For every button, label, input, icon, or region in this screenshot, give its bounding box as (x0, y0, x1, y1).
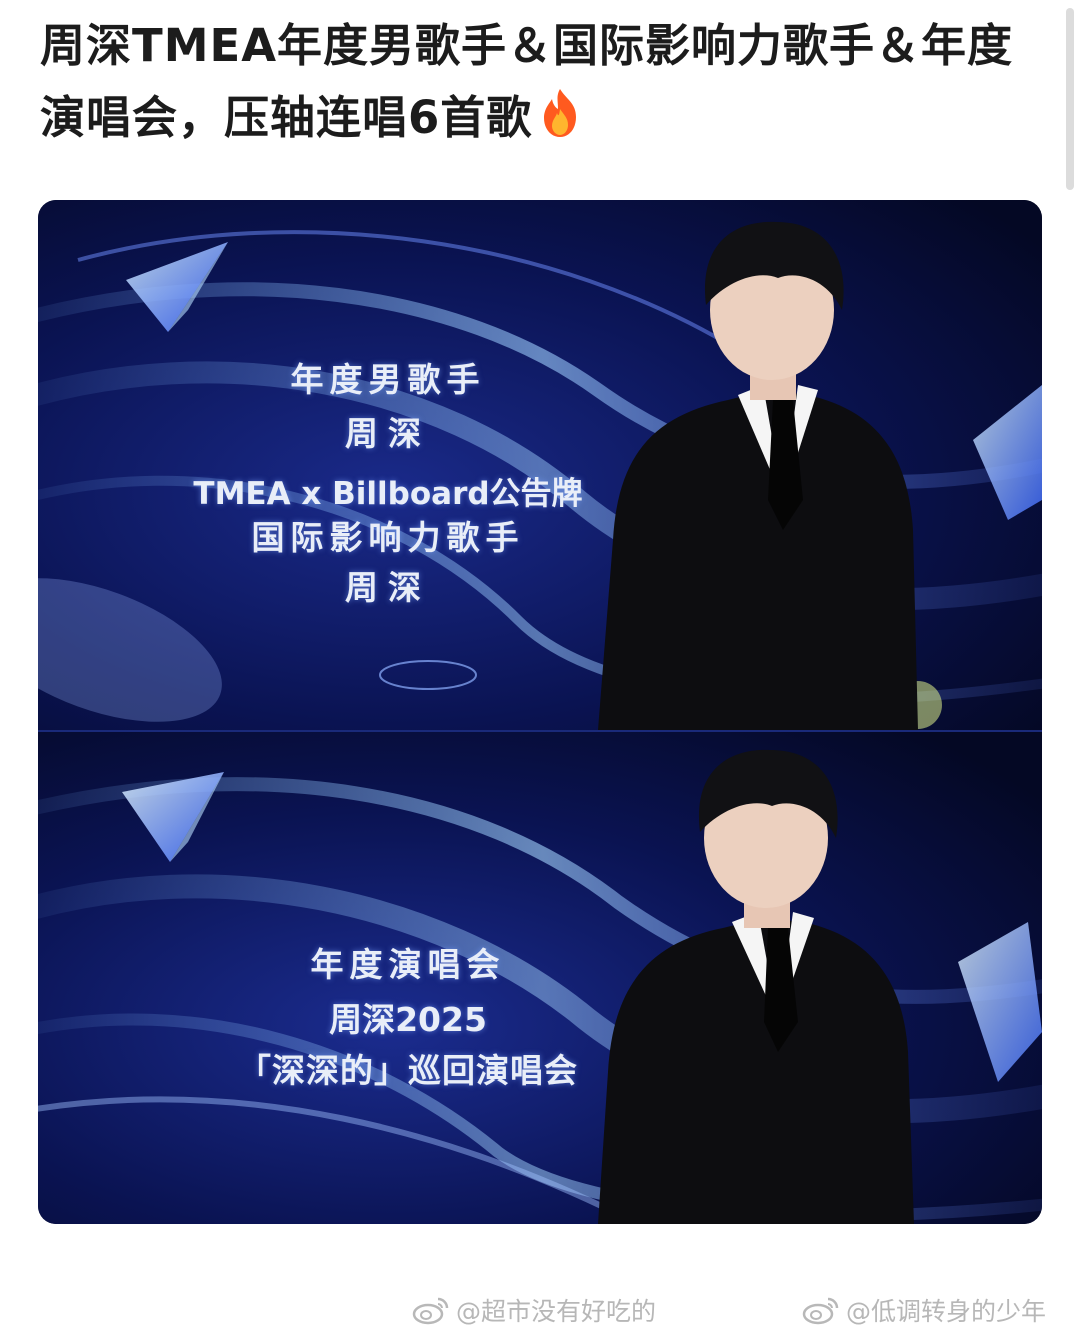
watermark-right-text: @低调转身的少年 (846, 1297, 1047, 1326)
award-winner-name: 周深 (345, 568, 431, 607)
watermark-left: @超市没有好吃的 (412, 1290, 656, 1330)
watermark-left-text: @超市没有好吃的 (456, 1297, 657, 1326)
weibo-logo-icon (802, 1297, 839, 1325)
award-category: 国际影响力歌手 (251, 518, 525, 557)
award-winner-name: 周深 (345, 414, 431, 453)
award-panel-concert: 年度演唱会 周深2025 「深深的」巡回演唱会 (38, 732, 1042, 1224)
concert-name-line-1: 周深2025 (329, 1000, 487, 1039)
weibo-logo-icon (412, 1297, 449, 1325)
fire-icon (536, 87, 584, 139)
concert-name-line-2: 「深深的」巡回演唱会 (238, 1051, 578, 1090)
watermark-right: @低调转身的少年 (802, 1290, 1046, 1330)
post-image[interactable]: 年度男歌手 周深 TMEA x Billboard公告牌 国际影响力歌手 周深 (38, 200, 1042, 1224)
award-panel-male-singer: 年度男歌手 周深 TMEA x Billboard公告牌 国际影响力歌手 周深 (38, 200, 1042, 730)
post-title-text: 周深TMEA年度男歌手＆国际影响力歌手＆年度演唱会，压轴连唱6首歌 (40, 19, 1014, 144)
award-text-block-2: 年度演唱会 周深2025 「深深的」巡回演唱会 (238, 936, 578, 1096)
award-category: 年度男歌手 (290, 360, 486, 399)
scrollbar-thumb[interactable] (1066, 8, 1074, 190)
post-title: 周深TMEA年度男歌手＆国际影响力歌手＆年度演唱会，压轴连唱6首歌 (40, 10, 1040, 154)
award-text-block-1: 年度男歌手 周深 TMEA x Billboard公告牌 国际影响力歌手 周深 (188, 354, 588, 616)
award-category: 年度演唱会 (310, 945, 506, 984)
award-sponsor: TMEA x Billboard公告牌 (193, 476, 583, 512)
